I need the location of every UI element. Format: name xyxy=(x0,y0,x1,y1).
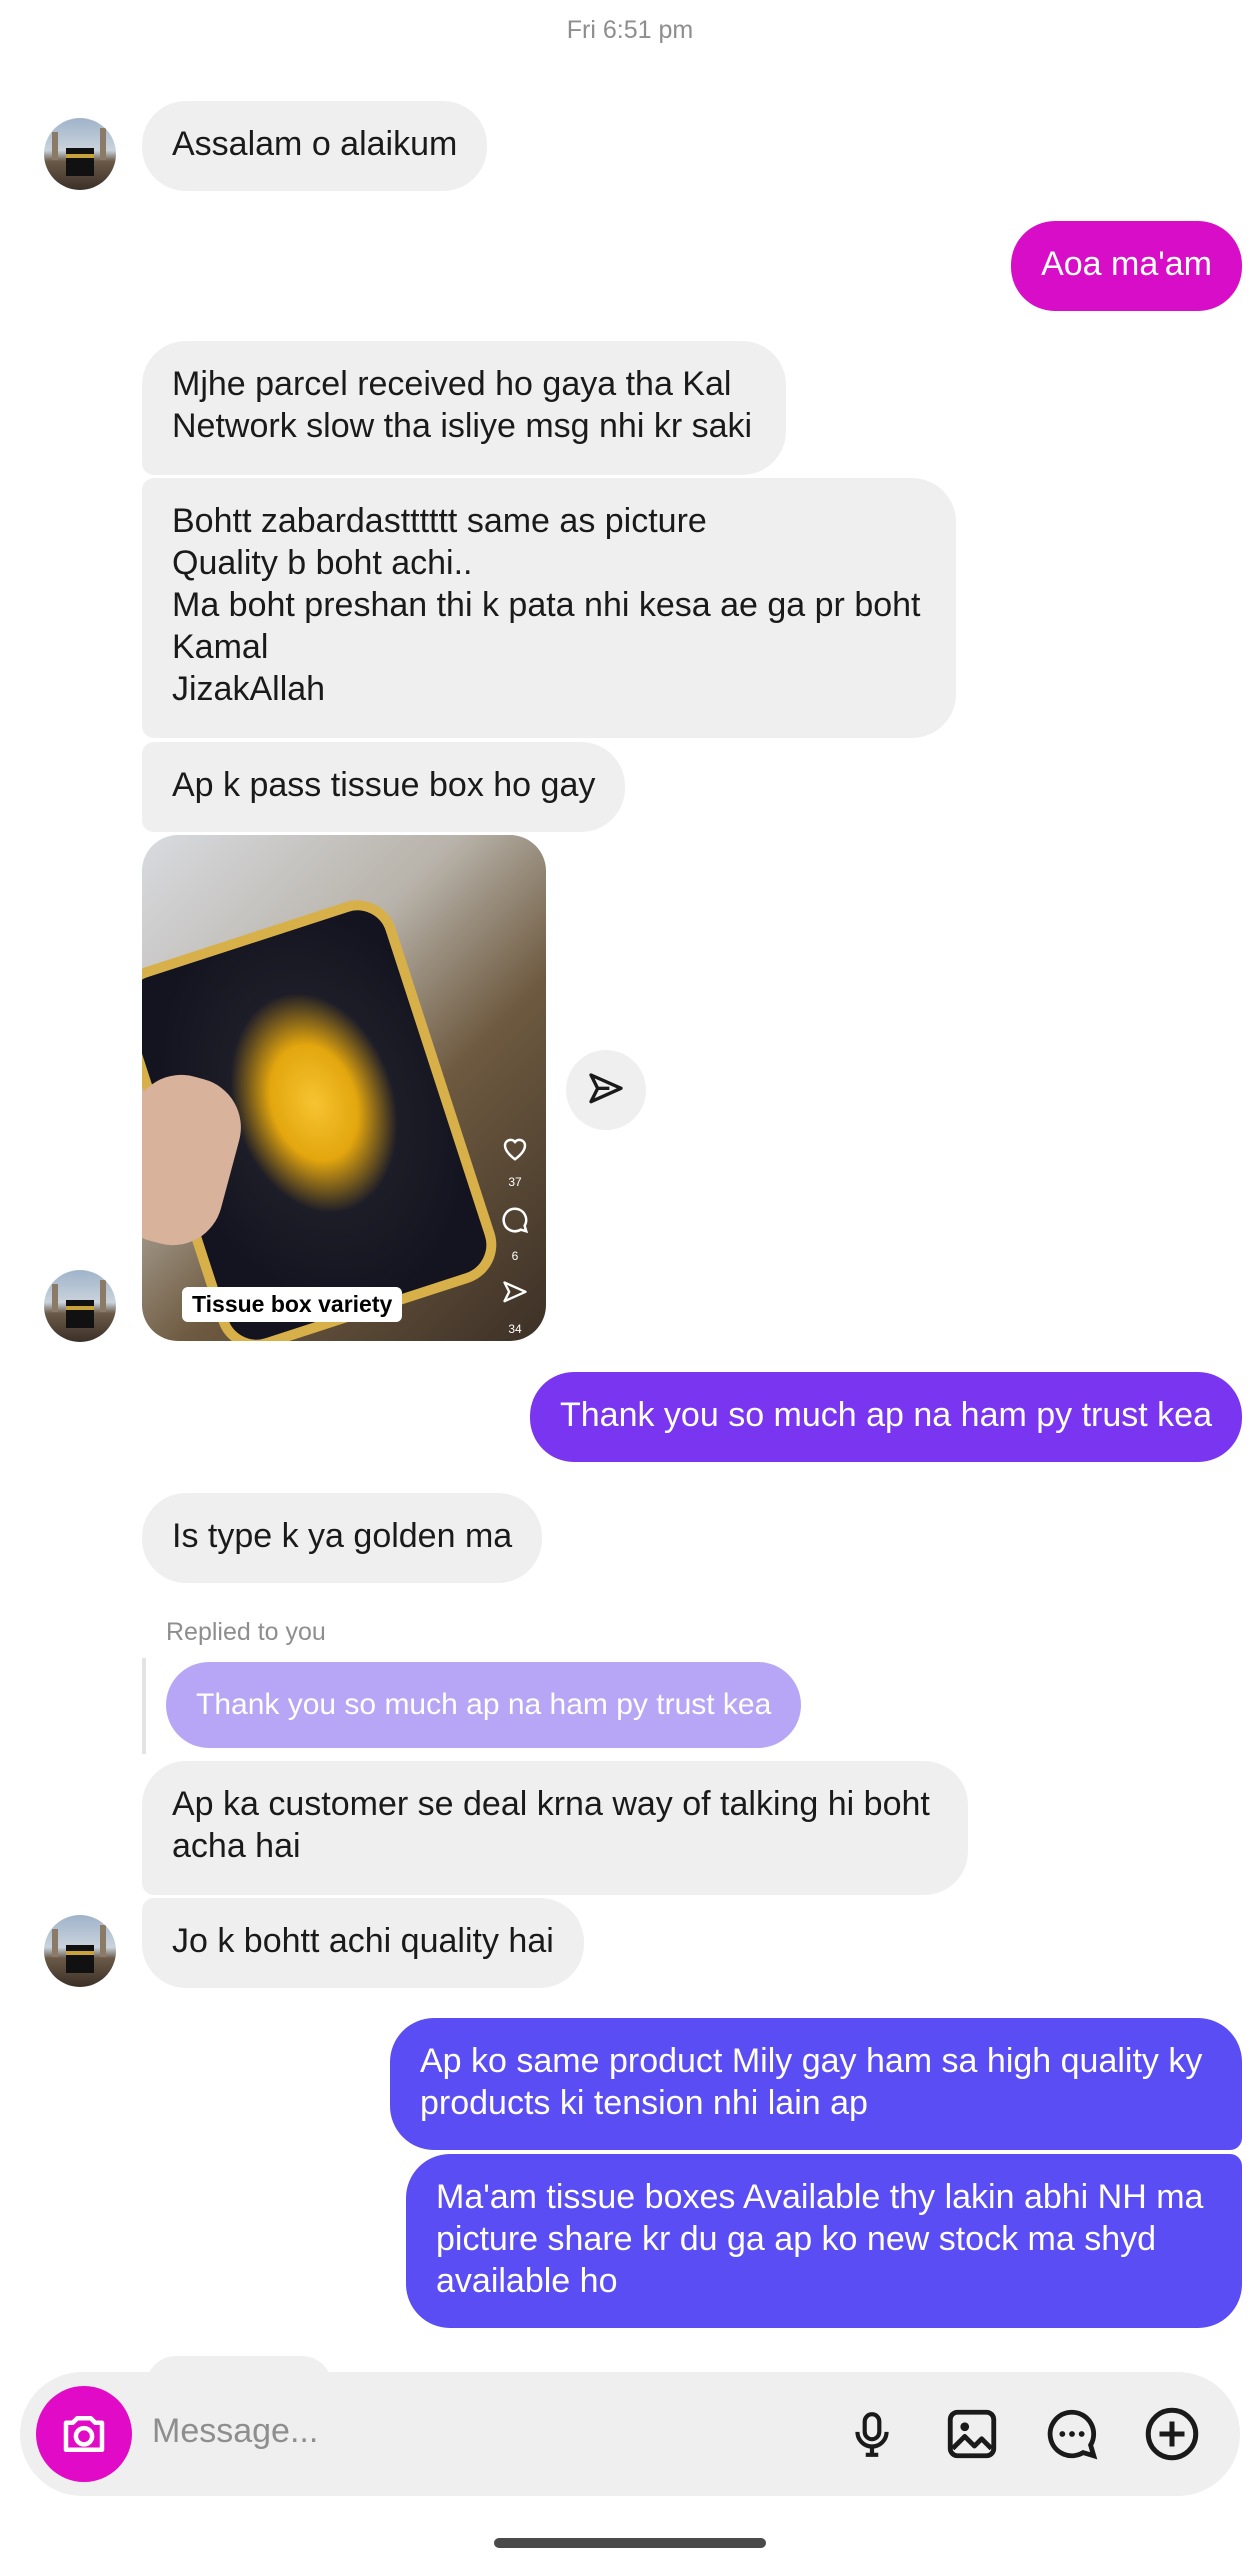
plus-icon[interactable] xyxy=(1142,2404,1202,2464)
message-composer: Message... xyxy=(20,2372,1240,2496)
reel-caption: Tissue box variety xyxy=(182,1287,403,1322)
avatar[interactable] xyxy=(44,118,116,190)
send-icon xyxy=(589,1073,623,1104)
comment-icon[interactable] xyxy=(498,1205,532,1238)
replied-label: Replied to you xyxy=(166,1618,326,1646)
avatar[interactable] xyxy=(44,1915,116,1987)
share-count: 34 xyxy=(508,1322,522,1336)
message-outgoing[interactable]: Aoa ma'am xyxy=(1011,221,1242,311)
message-incoming[interactable]: Jo k bohtt achi quality hai xyxy=(142,1898,584,1988)
gallery-icon[interactable] xyxy=(942,2404,1002,2464)
share-button[interactable] xyxy=(566,1050,646,1130)
message-outgoing[interactable]: Ap ko same product Mily gay ham sa high … xyxy=(390,2018,1242,2150)
message-outgoing[interactable]: Thank you so much ap na ham py trust kea xyxy=(529,1372,1242,1462)
like-count: 37 xyxy=(508,1175,522,1189)
avatar[interactable] xyxy=(44,1270,116,1342)
shared-reel[interactable]: 37 6 34 Tissue box variety xyxy=(142,835,546,1341)
heart-icon[interactable] xyxy=(498,1133,532,1166)
camera-button[interactable] xyxy=(36,2386,132,2482)
home-indicator[interactable] xyxy=(494,2538,766,2548)
message-incoming[interactable]: Bohtt zabardastttttt same as picture Qua… xyxy=(142,478,956,738)
reply-bar xyxy=(142,1658,146,1754)
message-incoming[interactable]: Ap k pass tissue box ho gay xyxy=(142,742,626,832)
send-icon[interactable] xyxy=(498,1279,532,1310)
comment-count: 6 xyxy=(511,1249,519,1263)
message-input[interactable]: Message... xyxy=(152,2412,318,2451)
camera-icon xyxy=(63,2416,105,2452)
message-outgoing[interactable]: Ma'am tissue boxes Available thy lakin a… xyxy=(406,2154,1242,2328)
microphone-icon[interactable] xyxy=(842,2404,902,2464)
timestamp: Fri 6:51 pm xyxy=(566,16,694,44)
message-incoming[interactable]: Is type k ya golden ma xyxy=(142,1493,543,1583)
message-incoming[interactable]: Mjhe parcel received ho gaya tha Kal Net… xyxy=(142,341,786,475)
sticker-icon[interactable] xyxy=(1042,2404,1102,2464)
message-incoming[interactable]: Ap ka customer se deal krna way of talki… xyxy=(142,1761,968,1895)
message-incoming[interactable]: Assalam o alaikum xyxy=(142,101,488,191)
reply-quote[interactable]: Thank you so much ap na ham py trust kea xyxy=(166,1662,802,1748)
